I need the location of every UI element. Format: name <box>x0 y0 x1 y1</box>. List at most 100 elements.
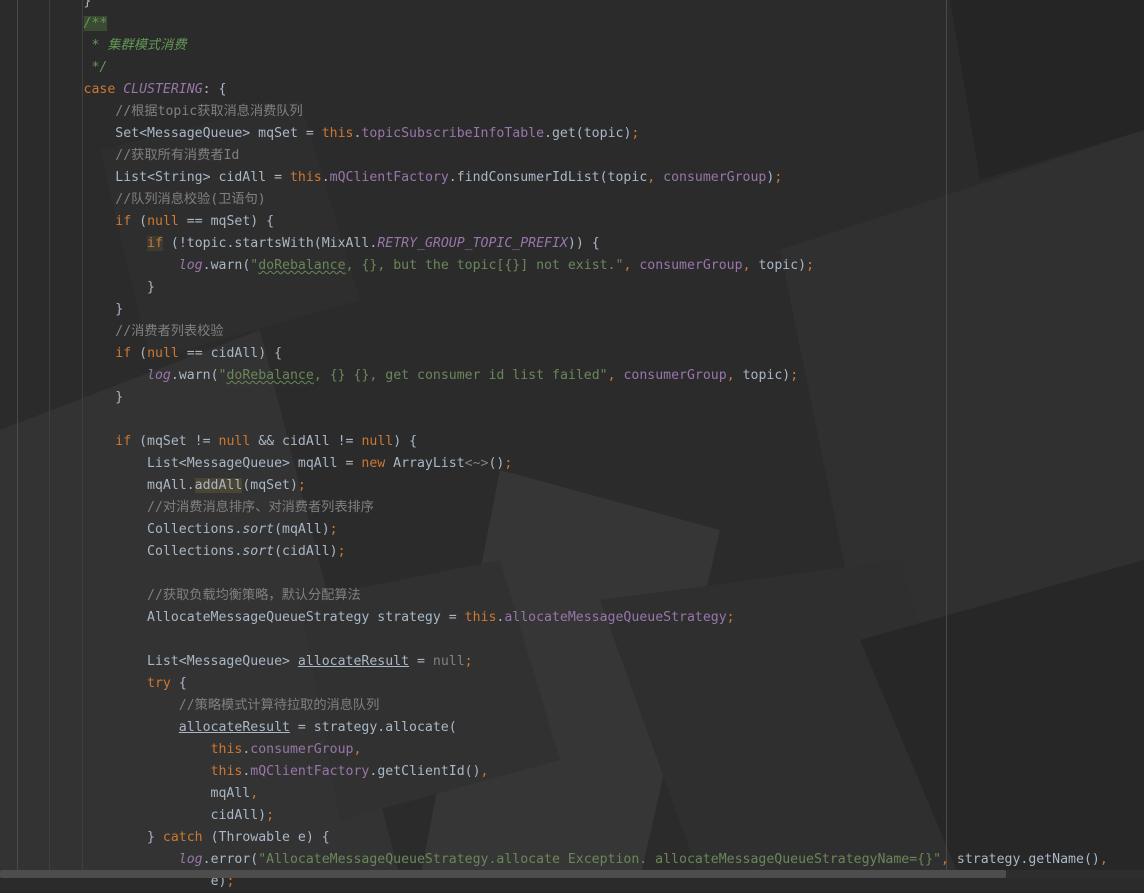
horizontal-scrollbar-thumb[interactable] <box>0 870 1006 878</box>
code-token: AllocateMessageQueueStrategy strategy = <box>20 610 465 625</box>
code-line[interactable]: if (!topic.startsWith(MixAll.RETRY_GROUP… <box>0 233 1144 255</box>
code-line[interactable]: */ <box>0 57 1144 79</box>
code-line[interactable]: //消费者列表校验 <box>0 321 1144 343</box>
code-line[interactable]: this.mQClientFactory.getClientId(), <box>0 761 1144 783</box>
code-token: , <box>250 786 259 801</box>
code-token: List<MessageQueue> <box>20 654 298 669</box>
code-token: consumerGroup <box>639 258 743 273</box>
code-line[interactable]: //策略模式计算待拉取的消息队列 <box>0 695 1144 717</box>
code-token: .getClientId() <box>369 764 481 779</box>
code-line[interactable]: AllocateMessageQueueStrategy strategy = … <box>0 607 1144 629</box>
code-token: = strategy.allocate( <box>289 720 457 735</box>
code-token: () <box>488 456 505 471</box>
code-token: { <box>178 676 187 691</box>
code-line[interactable]: } <box>0 299 1144 321</box>
code-token: //获取所有消费者Id <box>115 148 240 163</box>
code-token: if <box>115 214 140 229</box>
code-line[interactable]: if (mqSet != null && cidAll != null) { <box>0 431 1144 453</box>
code-line[interactable]: //获取负载均衡策略，默认分配算法 <box>0 585 1144 607</box>
code-line[interactable]: } <box>0 387 1144 409</box>
code-token: , {}, but the topic[{}] not exist." <box>345 258 624 273</box>
code-line[interactable]: } <box>0 277 1144 299</box>
code-token: (mqSet != <box>139 434 219 449</box>
code-line[interactable]: log.warn("doRebalance, {}, but the topic… <box>0 255 1144 277</box>
code-token: , <box>742 258 759 273</box>
code-line[interactable]: log.error("AllocateMessageQueueStrategy.… <box>0 849 1144 871</box>
code-line[interactable]: //队列消息校验(卫语句) <box>0 189 1144 211</box>
code-token: addAll <box>194 478 243 493</box>
code-line[interactable]: /** <box>0 13 1144 35</box>
code-token: ; <box>726 610 735 625</box>
code-line[interactable]: Collections.sort(mqAll); <box>0 519 1144 541</box>
code-token: , <box>941 852 957 867</box>
code-line[interactable]: if (null == mqSet) { <box>0 211 1144 233</box>
code-line[interactable]: case CLUSTERING: { <box>0 79 1144 101</box>
code-line[interactable]: List<String> cidAll = this.mQClientFacto… <box>0 167 1144 189</box>
code-line[interactable] <box>0 629 1144 651</box>
code-line[interactable]: try { <box>0 673 1144 695</box>
code-token: * 集群模式消费 <box>20 38 187 53</box>
code-token: && cidAll != <box>258 434 362 449</box>
code-token: strategy.getName() <box>956 852 1100 867</box>
code-line[interactable]: //对消费消息排序、对消费者列表排序 <box>0 497 1144 519</box>
code-token: ; <box>464 654 473 669</box>
code-line[interactable]: Set<MessageQueue> mqSet = this.topicSubs… <box>0 123 1144 145</box>
code-token: this <box>289 170 322 185</box>
code-line[interactable]: Collections.sort(cidAll); <box>0 541 1144 563</box>
code-line[interactable]: allocateResult = strategy.allocate( <box>0 717 1144 739</box>
code-token: ( <box>139 214 148 229</box>
code-line[interactable]: if (null == cidAll) { <box>0 343 1144 365</box>
code-token: new <box>361 456 394 471</box>
code-line[interactable]: cidAll); <box>0 805 1144 827</box>
code-line[interactable]: mqAll.addAll(mqSet); <box>0 475 1144 497</box>
code-token: this <box>210 742 243 757</box>
code-token: ) { <box>393 434 418 449</box>
code-line[interactable]: } <box>0 0 1144 13</box>
code-line[interactable]: } catch (Throwable e) { <box>0 827 1144 849</box>
code-token: .error( <box>202 852 259 867</box>
code-token: log <box>147 368 171 383</box>
code-line[interactable]: mqAll, <box>0 783 1144 805</box>
code-token: ; <box>504 456 513 471</box>
code-token: , <box>726 368 743 383</box>
code-line[interactable]: //根据topic获取消息消费队列 <box>0 101 1144 123</box>
code-token: Collections. <box>20 544 243 559</box>
code-token: .warn( <box>170 368 219 383</box>
code-line[interactable]: //获取所有消费者Id <box>0 145 1144 167</box>
code-editor[interactable]: } /** * 集群模式消费 */ case CLUSTERING: { //根… <box>0 0 1144 893</box>
code-token: List<MessageQueue> mqAll = <box>20 456 362 471</box>
code-line[interactable] <box>0 563 1144 585</box>
code-token: null <box>147 214 187 229</box>
code-token: Set<MessageQueue> mqSet = <box>20 126 322 141</box>
code-token: } <box>20 830 163 845</box>
code-token: //策略模式计算待拉取的消息队列 <box>178 698 380 713</box>
code-token: = <box>409 654 433 669</box>
code-token: log <box>178 258 203 273</box>
code-token: (mqSet) <box>242 478 298 493</box>
code-token: } <box>20 390 124 405</box>
code-line[interactable]: * 集群模式消费 <box>0 35 1144 57</box>
code-token: /** <box>83 16 108 31</box>
code-line[interactable]: List<MessageQueue> mqAll = new ArrayList… <box>0 453 1144 475</box>
code-token: } <box>20 280 155 295</box>
code-token: this <box>321 126 354 141</box>
code-token: null <box>432 654 465 669</box>
code-token: "AllocateMessageQueueStrategy.allocate E… <box>258 852 942 867</box>
code-line[interactable] <box>0 409 1144 431</box>
code-token: doRebalance <box>226 368 314 383</box>
code-token: sort <box>242 544 275 559</box>
code-token: //对消费消息排序、对消费者列表排序 <box>147 500 374 515</box>
code-line[interactable]: List<MessageQueue> allocateResult = null… <box>0 651 1144 673</box>
code-token: , <box>353 742 362 757</box>
code-line[interactable]: log.warn("doRebalance, {} {}, get consum… <box>0 365 1144 387</box>
code-line[interactable]: this.consumerGroup, <box>0 739 1144 761</box>
code-token: mqAll <box>20 786 251 801</box>
